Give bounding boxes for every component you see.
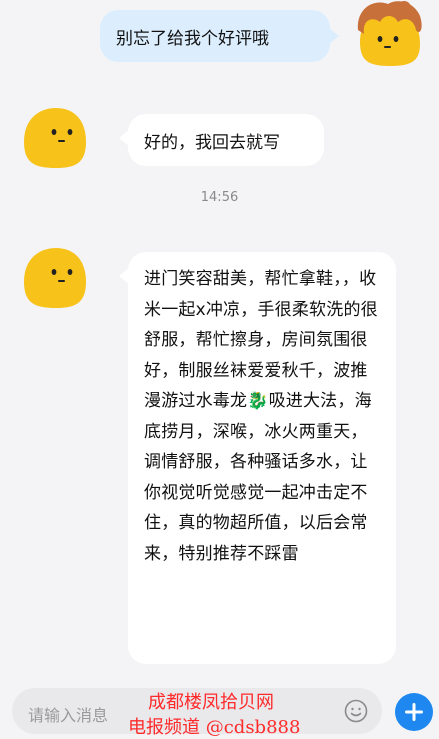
timestamp: 14:56 bbox=[200, 190, 239, 205]
message-text: 别忘了给我个好评哦 bbox=[116, 29, 269, 49]
self-avatar[interactable] bbox=[354, 0, 424, 70]
input-placeholder: 请输入消息 bbox=[28, 706, 109, 725]
yellow-blob-avatar-icon bbox=[24, 108, 86, 168]
outgoing-message[interactable]: 别忘了给我个好评哦 bbox=[100, 10, 339, 62]
yellow-blob-avatar-with-hair-icon bbox=[357, 1, 422, 66]
add-button[interactable] bbox=[395, 693, 433, 731]
message-text: 进门笑容甜美，帮忙拿鞋，，收米一起x冲凉，手很柔软洗的很舒服，帮忙擦身，房间氛围… bbox=[144, 269, 378, 564]
contact-avatar[interactable] bbox=[20, 102, 90, 172]
plus-icon bbox=[405, 703, 423, 721]
smiley-icon[interactable] bbox=[344, 699, 368, 723]
message-text: 好的，我回去就写 bbox=[144, 133, 280, 153]
watermark-line: 成都楼凤拾贝网 bbox=[148, 692, 274, 713]
incoming-message[interactable]: 好的，我回去就写 bbox=[119, 114, 324, 166]
watermark-line: 电报频道 @cdsb888 bbox=[128, 717, 301, 738]
yellow-blob-avatar-icon bbox=[24, 248, 86, 308]
incoming-message[interactable]: 进门笑容甜美，帮忙拿鞋，，收米一起x冲凉，手很柔软洗的很舒服，帮忙擦身，房间氛围… bbox=[119, 252, 396, 664]
contact-avatar[interactable] bbox=[20, 242, 90, 312]
